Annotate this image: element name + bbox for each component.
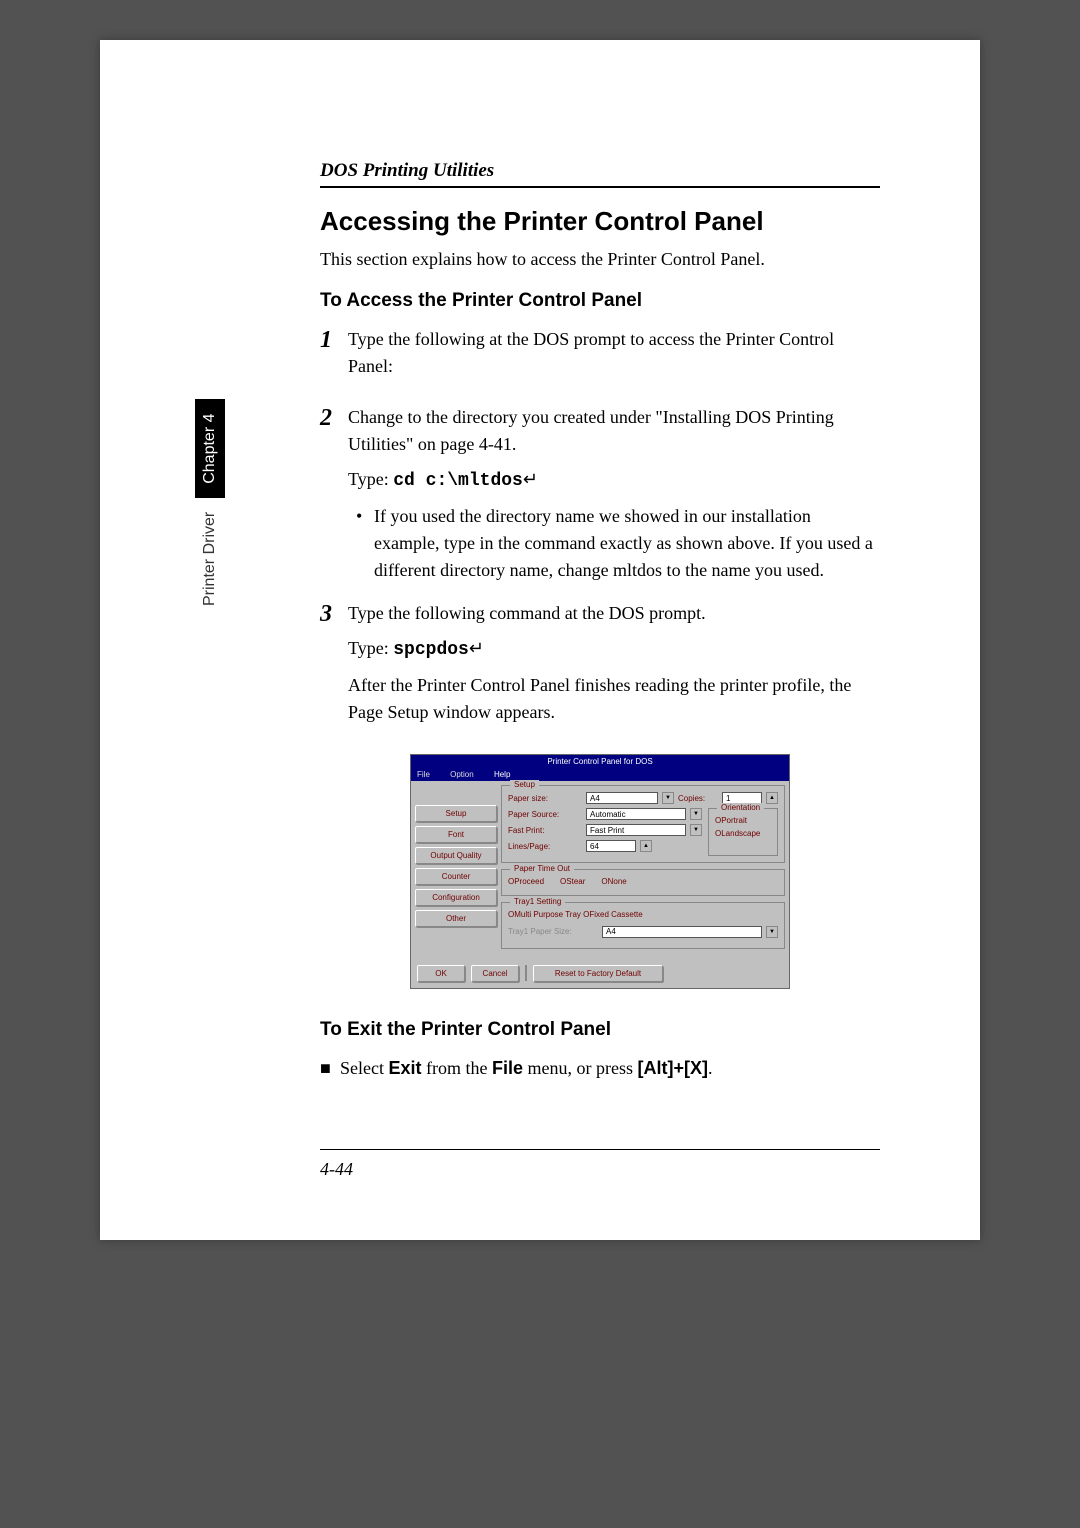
step-type-line: Type: spcpdos↵ (348, 635, 880, 664)
dos-footer: OK Cancel Reset to Factory Default (411, 959, 789, 988)
return-icon: ↵ (469, 638, 484, 658)
fast-print-select[interactable]: Fast Print (586, 824, 686, 836)
screenshot-container: Printer Control Panel for DOS File Optio… (320, 754, 880, 989)
step-2: 2 Change to the directory you created un… (320, 404, 880, 584)
paper-source-label: Paper Source: (508, 810, 582, 819)
timeout-proceed-radio[interactable]: OProceed (508, 876, 544, 889)
dos-main-panel: Setup Paper size: A4 ▼ Copies: 1 ▲ (501, 785, 785, 955)
file-label: File (492, 1058, 523, 1078)
timeout-stear-radio[interactable]: OStear (560, 876, 585, 889)
side-tab-chapter: Chapter 4 (195, 400, 225, 498)
step-number: 3 (320, 600, 348, 734)
tray-paper-label: Tray1 Paper Size: (508, 927, 598, 936)
step-3: 3 Type the following command at the DOS … (320, 600, 880, 734)
side-tab-section: Printer Driver (195, 498, 225, 620)
command-text: spcpdos (393, 640, 469, 660)
chevron-down-icon[interactable]: ▼ (690, 808, 702, 820)
tray-fieldset: Tray1 Setting OMulti Purpose Tray OFixed… (501, 902, 785, 949)
bullet-icon: • (356, 503, 374, 584)
spinner-icon[interactable]: ▲ (766, 792, 778, 804)
tray-paper-select[interactable]: A4 (602, 926, 762, 938)
orientation-portrait-radio[interactable]: OPortrait (715, 815, 771, 828)
footer-divider (320, 1149, 880, 1150)
lines-page-label: Lines/Page: (508, 842, 582, 851)
menu-file[interactable]: File (417, 770, 430, 779)
chevron-down-icon[interactable]: ▼ (690, 824, 702, 836)
menu-help[interactable]: Help (494, 770, 510, 779)
page-number: 4-44 (320, 1159, 353, 1180)
command-text: cd c:\mltdos (393, 471, 523, 491)
step-text: Change to the directory you created unde… (348, 404, 880, 458)
dos-control-panel: Printer Control Panel for DOS File Optio… (410, 754, 790, 989)
bullet-text: If you used the directory name we showed… (374, 503, 880, 584)
step-text: Type the following at the DOS prompt to … (348, 326, 880, 380)
sidebar-configuration-button[interactable]: Configuration (415, 889, 497, 906)
exit-instruction: ■ Select Exit from the File menu, or pre… (320, 1055, 880, 1082)
dos-body: Setup Font Output Quality Counter Config… (411, 781, 789, 959)
fast-print-label: Fast Print: (508, 826, 582, 835)
content-column: DOS Printing Utilities Accessing the Pri… (320, 160, 880, 1082)
fieldset-label: Setup (510, 780, 539, 789)
square-bullet-icon: ■ (320, 1055, 340, 1082)
section-heading-exit: To Exit the Printer Control Panel (320, 1019, 880, 1041)
fieldset-label: Tray1 Setting (510, 897, 565, 906)
step-text: Type the following command at the DOS pr… (348, 600, 880, 627)
timeout-fieldset: Paper Time Out OProceed OStear ONone (501, 869, 785, 896)
return-icon: ↵ (523, 469, 538, 489)
spinner-icon[interactable]: ▲ (640, 840, 652, 852)
reset-button[interactable]: Reset to Factory Default (533, 965, 663, 982)
paper-size-select[interactable]: A4 (586, 792, 658, 804)
sidebar-output-quality-button[interactable]: Output Quality (415, 847, 497, 864)
section-heading-access: To Access the Printer Control Panel (320, 290, 880, 312)
orientation-landscape-radio[interactable]: OLandscape (715, 828, 771, 841)
dos-titlebar: Printer Control Panel for DOS (411, 755, 789, 768)
fieldset-label: Paper Time Out (510, 864, 574, 873)
bullet-note: • If you used the directory name we show… (356, 503, 880, 584)
step-1: 1 Type the following at the DOS prompt t… (320, 326, 880, 388)
fieldset-label: Orientation (717, 803, 764, 812)
document-page: Printer Driver Chapter 4 DOS Printing Ut… (100, 40, 980, 1240)
step-after-text: After the Printer Control Panel finishes… (348, 672, 880, 726)
exit-section: To Exit the Printer Control Panel ■ Sele… (320, 1019, 880, 1082)
step-type-line: Type: cd c:\mltdos↵ (348, 466, 880, 495)
dos-sidebar: Setup Font Output Quality Counter Config… (415, 785, 497, 955)
intro-text: This section explains how to access the … (320, 249, 880, 270)
cancel-button[interactable]: Cancel (471, 965, 519, 982)
chevron-down-icon[interactable]: ▼ (662, 792, 674, 804)
lines-page-input[interactable]: 64 (586, 840, 636, 852)
setup-fieldset: Setup Paper size: A4 ▼ Copies: 1 ▲ (501, 785, 785, 863)
step-number: 2 (320, 404, 348, 584)
dos-menubar: File Option Help (411, 768, 789, 781)
page-header: DOS Printing Utilities (320, 160, 880, 182)
step-number: 1 (320, 326, 348, 388)
side-tab: Printer Driver Chapter 4 (195, 400, 225, 621)
page-title: Accessing the Printer Control Panel (320, 206, 880, 237)
chevron-down-icon[interactable]: ▼ (766, 926, 778, 938)
keys-label: [Alt]+[X] (637, 1058, 708, 1078)
ok-button[interactable]: OK (417, 965, 465, 982)
exit-label: Exit (388, 1058, 421, 1078)
copies-label: Copies: (678, 794, 718, 803)
paper-source-select[interactable]: Automatic (586, 808, 686, 820)
separator (525, 965, 527, 981)
sidebar-other-button[interactable]: Other (415, 910, 497, 927)
timeout-none-radio[interactable]: ONone (601, 876, 626, 889)
tray-type-radio[interactable]: OMulti Purpose Tray OFixed Cassette (508, 909, 778, 922)
paper-size-label: Paper size: (508, 794, 582, 803)
orientation-fieldset: Orientation OPortrait OLandscape (708, 808, 778, 856)
sidebar-counter-button[interactable]: Counter (415, 868, 497, 885)
menu-option[interactable]: Option (450, 770, 474, 779)
header-divider (320, 186, 880, 188)
sidebar-setup-button[interactable]: Setup (415, 805, 497, 822)
sidebar-font-button[interactable]: Font (415, 826, 497, 843)
